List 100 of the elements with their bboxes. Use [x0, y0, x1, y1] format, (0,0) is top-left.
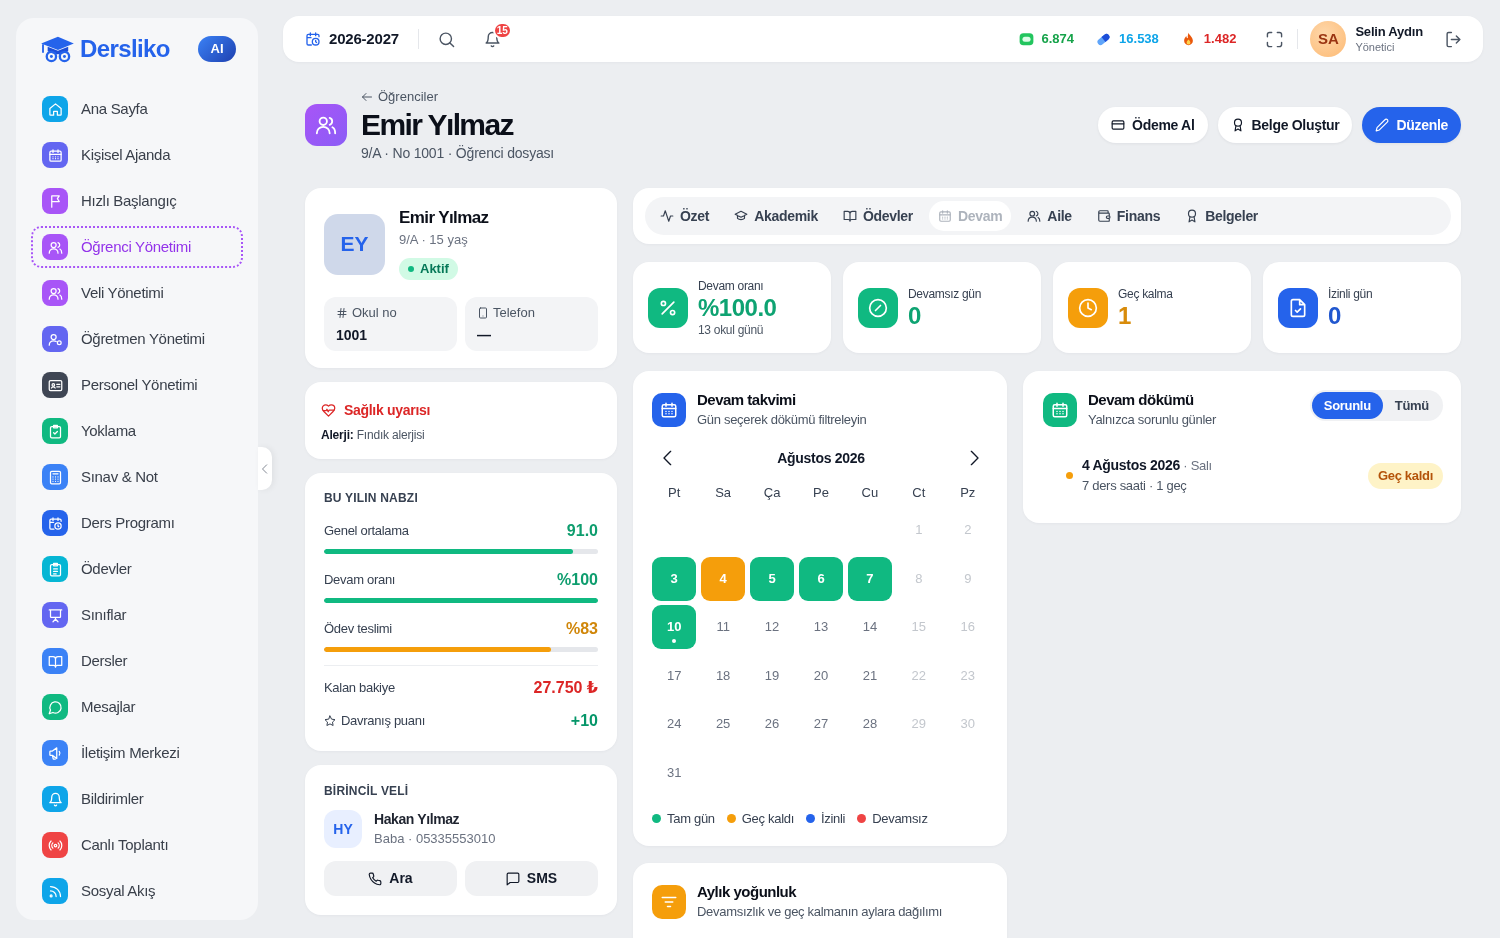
- card-title: Aylık yoğunluk: [697, 881, 798, 902]
- calendar-day[interactable]: 26: [749, 702, 795, 746]
- stat-note: 13 okul günü: [698, 321, 765, 338]
- payment-button[interactable]: Ödeme Al: [1098, 107, 1208, 143]
- sidebar-item[interactable]: Yoklama: [31, 410, 243, 452]
- calendar-day[interactable]: 18: [700, 653, 746, 698]
- stat-label: İzinli gün: [1328, 285, 1373, 302]
- sidebar-item[interactable]: Ana Sayfa: [31, 88, 243, 130]
- sidebar-item[interactable]: Kişisel Ajanda: [31, 134, 243, 176]
- tab[interactable]: Ödevler: [833, 201, 922, 231]
- alert-title: Sağlık uyarısı: [344, 401, 431, 420]
- card-title: Devam takvimi: [697, 390, 797, 410]
- call-button[interactable]: Ara: [324, 861, 457, 896]
- fact-label: Kalan bakiye: [324, 679, 395, 698]
- tab[interactable]: Özet: [651, 201, 719, 231]
- guardian-avatar: HY: [324, 810, 362, 848]
- stat-label: Devam oranı: [698, 277, 765, 294]
- tab[interactable]: Akademik: [725, 201, 827, 231]
- weekday-label: Ct: [911, 484, 927, 502]
- calendar-day[interactable]: 17: [652, 653, 697, 698]
- back-link[interactable]: Öğrenciler: [361, 87, 438, 107]
- student-name: Emir Yılmaz: [399, 208, 489, 228]
- calendar-day[interactable]: 13: [798, 605, 844, 649]
- sidebar-item[interactable]: Hızlı Başlangıç: [31, 180, 243, 222]
- fact-label: Davranış puanı: [341, 712, 425, 731]
- sidebar-item[interactable]: Dersler: [31, 640, 243, 682]
- sidebar-item[interactable]: Öğretmen Yönetimi: [31, 318, 243, 360]
- sidebar-item[interactable]: Veli Yönetimi: [31, 272, 243, 314]
- calendar-day[interactable]: 20: [798, 653, 844, 698]
- user-role: Yönetici: [1355, 40, 1396, 54]
- weekday-label: Cu: [860, 484, 880, 502]
- logout-button[interactable]: [1445, 30, 1462, 48]
- edit-button[interactable]: Düzenle: [1362, 107, 1461, 143]
- sidebar-item[interactable]: Sınıflar: [31, 594, 243, 636]
- sidebar-item[interactable]: Personel Yönetimi: [31, 364, 243, 406]
- sms-button[interactable]: SMS: [465, 861, 598, 896]
- entry-date: 4 Ağustos 2026 · Salı: [1082, 456, 1212, 475]
- year-selector[interactable]: 2026-2027: [305, 27, 399, 51]
- sidebar-item[interactable]: Sınav & Not: [31, 456, 243, 498]
- status-label: Aktif: [420, 260, 449, 279]
- stat-value: 0: [908, 301, 922, 330]
- fullscreen-button[interactable]: [1266, 30, 1284, 48]
- filter-option[interactable]: Tümü: [1382, 392, 1441, 419]
- tab[interactable]: Belgeler: [1176, 201, 1268, 231]
- calendar-day[interactable]: 28: [847, 702, 893, 746]
- stat-value: 1: [1118, 301, 1132, 330]
- sidebar-item[interactable]: Sosyal Akış: [31, 870, 243, 912]
- user-avatar: SA: [1310, 21, 1347, 57]
- sidebar-item[interactable]: İletişim Merkezi: [31, 732, 243, 774]
- sidebar-item[interactable]: Canlı Toplantı: [31, 824, 243, 866]
- entry-detail: 7 ders saati · 1 geç: [1082, 477, 1188, 495]
- metric-value: 91.0: [566, 521, 598, 541]
- guardian-name: Hakan Yılmaz: [374, 810, 461, 829]
- calendar-icon: [652, 393, 686, 427]
- activity-icon: [660, 209, 674, 223]
- metric-label: Ödev teslimi: [324, 620, 392, 639]
- credit-card-icon: [1111, 118, 1126, 132]
- stat-value: %100.0: [698, 293, 777, 322]
- weekday-label: Pz: [959, 484, 977, 502]
- tab[interactable]: Finans: [1087, 201, 1170, 231]
- notification-count: 15: [492, 21, 512, 39]
- field-value: 1001: [336, 326, 369, 345]
- legend-label: Devamsız: [872, 809, 928, 828]
- card-subtitle: Devamsızlık ve geç kalmanın aylara dağılımı: [697, 902, 943, 921]
- calendar-day[interactable]: 25: [700, 702, 746, 746]
- calendar-day[interactable]: 11: [700, 605, 746, 649]
- users-icon: [1027, 209, 1042, 223]
- allergy-note: Alerji: Fındık alerjisi: [321, 427, 426, 444]
- sidebar-item[interactable]: Ders Programı: [31, 502, 243, 544]
- metric-value: %100: [557, 570, 598, 590]
- calendar-day[interactable]: 19: [749, 653, 795, 698]
- fact-value: +10: [570, 711, 598, 731]
- page-title: Emir Yılmaz: [361, 107, 515, 143]
- student-avatar: EY: [324, 213, 385, 275]
- sidebar-item[interactable]: Bildirimler: [31, 778, 243, 820]
- calendar-clock-icon: [305, 31, 321, 47]
- calendar-day[interactable]: 27: [798, 702, 844, 746]
- legend-label: Geç kaldı: [741, 809, 794, 828]
- metric-value: %83: [565, 619, 598, 639]
- sidebar-item[interactable]: Mesajlar: [31, 686, 243, 728]
- filter-option[interactable]: Sorunlu: [1311, 392, 1383, 419]
- sidebar-item[interactable]: Öğrenci Yönetimi: [31, 226, 243, 268]
- sidebar-item[interactable]: Ödevler: [31, 548, 243, 590]
- calendar-day[interactable]: 14: [847, 605, 893, 649]
- create-document-button[interactable]: Belge Oluştur: [1217, 107, 1353, 143]
- notifications-button[interactable]: 15: [483, 21, 512, 57]
- star-icon: [324, 715, 336, 727]
- message-bubble-icon: [1018, 31, 1034, 47]
- users-icon: [305, 104, 347, 146]
- card-subtitle: Yalnızca sorunlu günler: [1088, 411, 1216, 429]
- counter-value: 1.482: [1203, 30, 1237, 49]
- calendar-day[interactable]: 31: [652, 750, 697, 795]
- calendar-day[interactable]: 21: [847, 653, 893, 698]
- heart-pulse-icon: [321, 402, 336, 418]
- ai-button[interactable]: AI: [198, 36, 236, 62]
- tab[interactable]: Aile: [1018, 201, 1081, 231]
- calendar-day[interactable]: 24: [652, 702, 697, 746]
- search-button[interactable]: [437, 30, 455, 48]
- calendar-day[interactable]: 12: [749, 605, 795, 649]
- guardian-meta: Baba · 05335553010: [374, 830, 496, 848]
